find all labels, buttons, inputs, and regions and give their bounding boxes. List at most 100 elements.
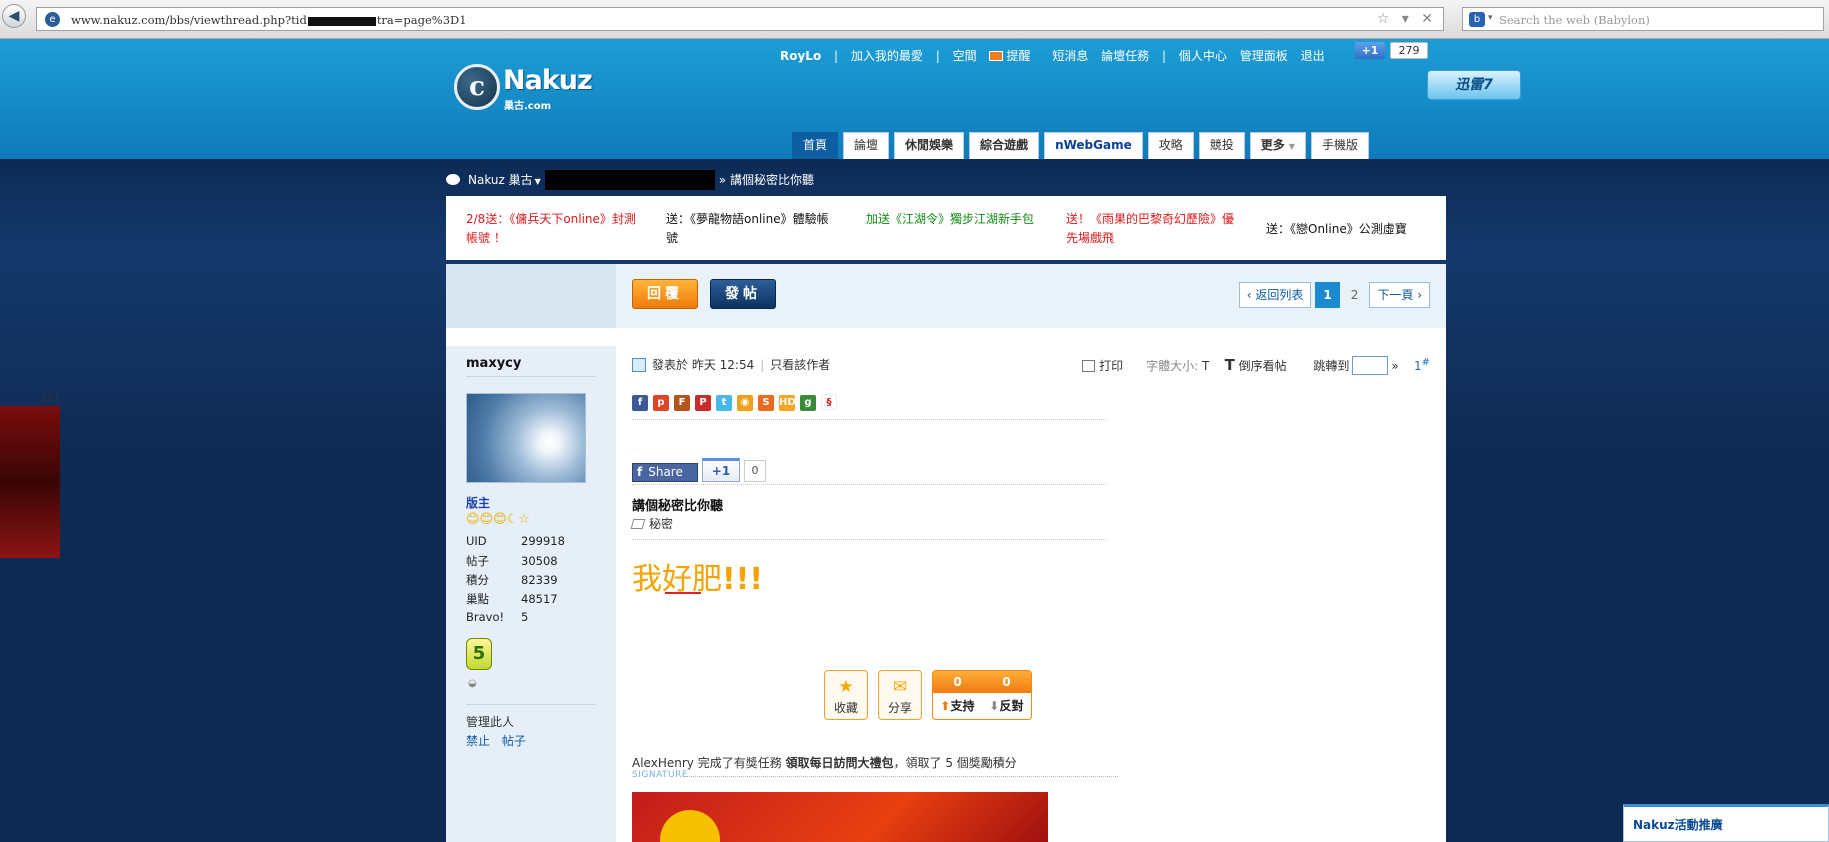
font-size-large[interactable]: T bbox=[1225, 356, 1235, 374]
divider bbox=[466, 704, 596, 705]
font-size-label: 字體大小: bbox=[1146, 359, 1199, 373]
jump-input[interactable] bbox=[1352, 356, 1389, 375]
signature-image bbox=[632, 792, 1048, 842]
plurk-icon[interactable]: p bbox=[653, 395, 669, 411]
address-bar-icons[interactable]: ☆ ▾ ✕ bbox=[1377, 11, 1437, 27]
breadcrumb-site[interactable]: Nakuz 巢古 bbox=[468, 173, 533, 187]
print-link[interactable]: 打印 bbox=[1082, 359, 1123, 373]
signature-label: SIGNATURE bbox=[632, 770, 689, 780]
announcement-item[interactable]: 2/8送：《傭兵天下online》封測帳號 ！ bbox=[466, 210, 636, 248]
announcement-item[interactable]: 送：《夢龍物語online》體驗帳號 bbox=[666, 210, 836, 248]
favorite-button[interactable]: ★ 收藏 bbox=[824, 670, 868, 720]
search-box[interactable]: b ▾ Search the web (Babylon) bbox=[1462, 7, 1824, 31]
support-button[interactable]: ⬆支持 bbox=[933, 693, 982, 719]
side-ad-image[interactable] bbox=[0, 406, 60, 558]
close-ad-button[interactable]: [X] bbox=[42, 391, 58, 404]
task-name-link[interactable]: 領取每日訪問大禮包 bbox=[786, 756, 894, 770]
facebook-share-button[interactable]: f Share bbox=[632, 463, 698, 482]
post-author-name[interactable]: maxycy bbox=[466, 356, 521, 371]
manage-user-label: 管理此人 bbox=[466, 715, 515, 729]
reminder-link[interactable]: 提醒 bbox=[989, 47, 1039, 64]
separator: | bbox=[935, 49, 940, 63]
space-link[interactable]: 空間 bbox=[953, 47, 977, 64]
search-placeholder[interactable]: Search the web (Babylon) bbox=[1499, 13, 1650, 27]
url-redaction bbox=[307, 16, 376, 26]
spacer bbox=[446, 328, 1446, 346]
tab-games[interactable]: 綜合遊戲 bbox=[969, 132, 1040, 159]
tab-nwebgame[interactable]: nWebGame bbox=[1044, 132, 1143, 159]
tag-icon bbox=[630, 519, 646, 529]
google-bookmark-icon[interactable]: g bbox=[800, 395, 816, 411]
task-notice: AlexHenry 完成了有獎任務 領取每日訪問大禮包，領取了 5 個獎勵積分 bbox=[632, 756, 1017, 770]
blog-icon[interactable]: ◉ bbox=[737, 395, 753, 411]
gplus-button[interactable]: +1 bbox=[1355, 42, 1385, 59]
print-icon bbox=[1082, 360, 1096, 372]
breadcrumb-redaction bbox=[544, 170, 715, 190]
floor-mark: # bbox=[1421, 357, 1430, 368]
divider bbox=[632, 539, 1106, 540]
stat-row: Bravo! 5 bbox=[466, 610, 529, 624]
ban-user-link[interactable]: 禁止 bbox=[466, 734, 490, 748]
current-user-link[interactable]: RoyLo bbox=[780, 49, 821, 63]
pagination: ‹ 返回列表 1 2 下一頁 › bbox=[1235, 282, 1430, 309]
announcement-item[interactable]: 送：《戀Online》公測虛寶 bbox=[1266, 220, 1436, 239]
oppose-button[interactable]: ⬇反對 bbox=[982, 693, 1031, 719]
vote-box: 0 0 ⬆支持 ⬇反對 bbox=[932, 670, 1032, 720]
chevron-down-icon[interactable]: ▾ bbox=[1488, 13, 1493, 23]
admin-panel-link[interactable]: 管理面板 bbox=[1240, 47, 1288, 64]
share-orange-icon[interactable]: S bbox=[758, 395, 774, 411]
page-1-button[interactable]: 1 bbox=[1315, 282, 1340, 308]
next-page-button[interactable]: 下一頁 › bbox=[1369, 282, 1430, 308]
tab-mobile[interactable]: 手機版 bbox=[1310, 132, 1369, 159]
top-links: RoyLo | 加入我的最愛 | 空間 提醒 短消息 論壇任務 | 個人中心 管… bbox=[780, 47, 1334, 65]
tab-more[interactable]: 更多 ▼ bbox=[1249, 132, 1306, 159]
nakuz-logo-icon[interactable]: c bbox=[454, 64, 500, 110]
back-to-list-button[interactable]: ‹ 返回列表 bbox=[1238, 282, 1312, 308]
tab-leisure[interactable]: 休閒娛樂 bbox=[894, 132, 965, 159]
font-size-small[interactable]: T bbox=[1202, 359, 1209, 373]
share-button[interactable]: ✉ 分享 bbox=[878, 670, 922, 720]
only-author-link[interactable]: 只看該作者 bbox=[770, 358, 830, 372]
tab-home[interactable]: 首頁 bbox=[792, 132, 839, 159]
back-button[interactable]: ◀ bbox=[2, 4, 26, 28]
announcement-item[interactable]: 加送《江湖令》獨步江湖新手包 bbox=[866, 210, 1036, 229]
jump-arrow[interactable]: » bbox=[1391, 359, 1398, 373]
promo-bar[interactable]: Nakuz活動推廣 bbox=[1623, 804, 1829, 842]
reply-button[interactable]: 回覆 bbox=[632, 279, 698, 309]
floor-number[interactable]: 1 bbox=[1414, 359, 1422, 373]
announcement-bar: 2/8送：《傭兵天下online》封測帳號 ！ 送：《夢龍物語online》體驗… bbox=[446, 196, 1446, 260]
avatar[interactable] bbox=[466, 393, 586, 483]
tag-link[interactable]: 秘密 bbox=[649, 517, 673, 531]
facebook-icon[interactable]: f bbox=[632, 395, 648, 411]
announcement-item[interactable]: 送！《雨果的巴黎奇幻歷險》優先場戲飛 bbox=[1066, 210, 1236, 248]
page-2-button[interactable]: 2 bbox=[1344, 283, 1366, 309]
logo-text[interactable]: Nakuz bbox=[503, 65, 593, 96]
reverse-order-link[interactable]: 倒序看帖 bbox=[1239, 359, 1287, 373]
xunlei-banner[interactable]: 迅雷7 bbox=[1427, 70, 1521, 100]
weibo-icon[interactable]: § bbox=[821, 394, 837, 410]
hd-icon[interactable]: HD bbox=[779, 395, 796, 411]
chevron-down-icon[interactable]: ▼ bbox=[535, 177, 541, 186]
pinterest-icon[interactable]: P bbox=[695, 395, 711, 411]
breadcrumb-thread[interactable]: » 講個秘密比你聽 bbox=[719, 173, 814, 187]
add-favorite-link[interactable]: 加入我的最愛 bbox=[851, 47, 923, 64]
dragon-decoration bbox=[660, 810, 720, 842]
user-posts-link[interactable]: 帖子 bbox=[502, 734, 526, 748]
address-bar[interactable]: e www.nakuz.com/bbs/viewthread.php?tid tr… bbox=[36, 7, 1444, 31]
task-user-link[interactable]: AlexHenry bbox=[632, 756, 694, 770]
tab-guides[interactable]: 攻略 bbox=[1147, 132, 1194, 159]
tab-forum[interactable]: 論壇 bbox=[843, 132, 890, 159]
messages-link[interactable]: 短消息 bbox=[1052, 47, 1088, 64]
bookmark-icon[interactable]: F bbox=[674, 395, 690, 411]
logout-link[interactable]: 退出 bbox=[1301, 47, 1325, 64]
twitter-icon[interactable]: t bbox=[716, 395, 732, 411]
personal-center-link[interactable]: 個人中心 bbox=[1179, 47, 1227, 64]
new-post-button[interactable]: 發帖 bbox=[710, 279, 776, 309]
search-engine-icon[interactable]: b bbox=[1469, 12, 1485, 27]
tab-auction[interactable]: 競投 bbox=[1198, 132, 1245, 159]
tasks-link[interactable]: 論壇任務 bbox=[1101, 47, 1149, 64]
stat-row: 積分 82339 bbox=[466, 573, 558, 587]
reply-bar-left bbox=[446, 264, 616, 328]
user-role[interactable]: 版主 bbox=[466, 494, 490, 511]
gplus-small-button[interactable]: +1 bbox=[702, 458, 740, 482]
